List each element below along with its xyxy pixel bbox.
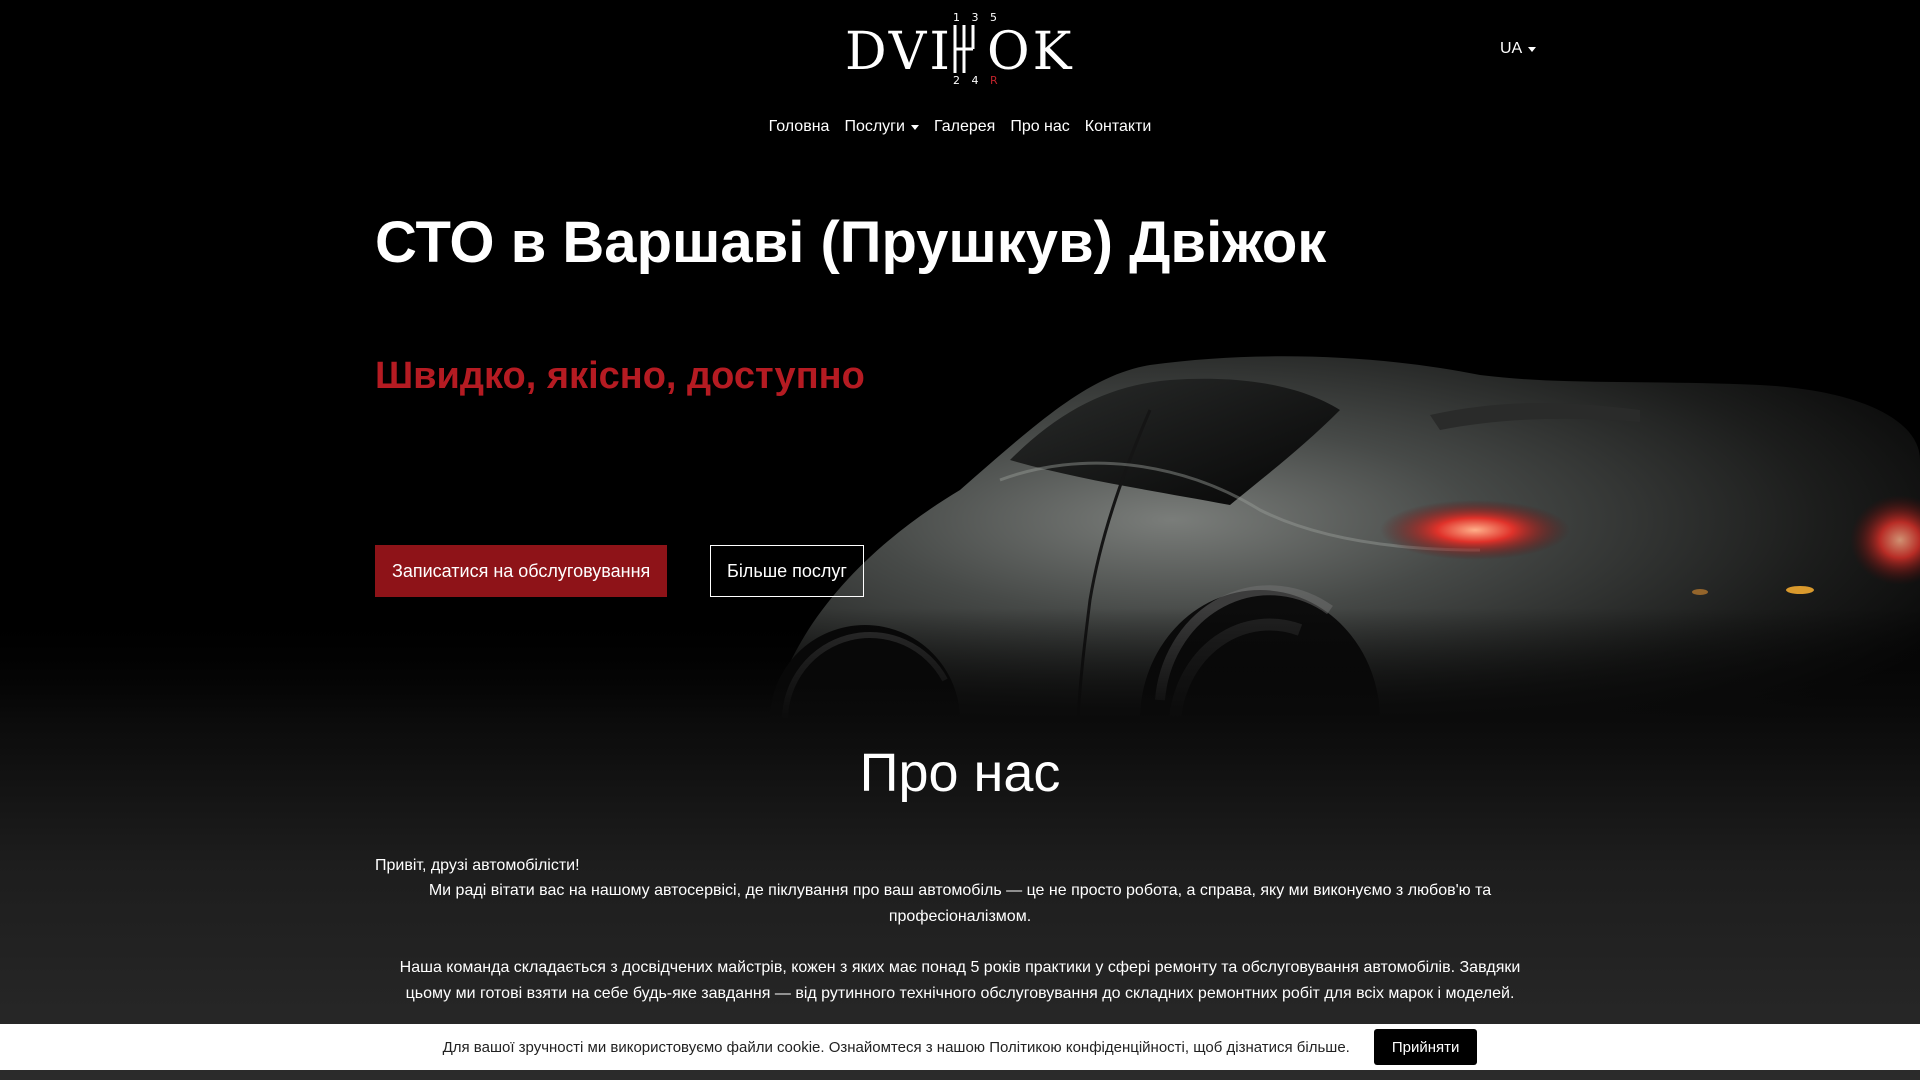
nav-label: Контакти — [1084, 118, 1152, 135]
main-nav: Головна Послуги Галерея Про нас Контакти — [0, 114, 1920, 140]
accept-cookies-button[interactable]: Прийняти — [1373, 1029, 1478, 1065]
about-paragraph-1: Ми раді вітати вас на нашому автосервісі… — [428, 882, 1492, 925]
cookie-text: Для вашої зручності ми використовуємо фа… — [442, 1038, 1350, 1056]
more-services-button[interactable]: Більше послуг — [710, 545, 864, 597]
page: DVI 1 3 5 OK 2 4 R UA Головна Послуги Га… — [0, 0, 1920, 1080]
nav-label: Головна — [768, 118, 830, 135]
nav-label: Про нас — [1010, 118, 1070, 135]
language-label: UA — [1500, 40, 1523, 57]
site-logo[interactable]: DVI 1 3 5 OK 2 4 R — [845, 12, 1077, 88]
nav-item-home[interactable]: Головна — [769, 114, 830, 140]
chevron-down-icon — [1528, 46, 1537, 52]
cookie-banner: Для вашої зручності ми використовуємо фа… — [0, 1024, 1920, 1070]
logo-gear-reverse: R — [990, 74, 998, 87]
book-service-button[interactable]: Записатися на обслуговування — [375, 545, 668, 597]
logo-text-left: DVI — [845, 22, 953, 82]
nav-item-contacts[interactable]: Контакти — [1085, 114, 1152, 140]
hero-subtitle: Швидко, якісно, доступно — [375, 355, 865, 397]
about-title: Про нас — [859, 743, 1061, 803]
logo-text-right: OK — [987, 22, 1075, 82]
nav-item-services[interactable]: Послуги — [844, 114, 919, 140]
nav-label: Галерея — [933, 118, 996, 135]
hero-title: СТО в Варшаві (Прушкув) Двіжок — [375, 210, 1327, 275]
nav-label: Послуги — [844, 118, 905, 135]
gear-shift-icon — [953, 25, 975, 73]
nav-item-about[interactable]: Про нас — [1010, 114, 1069, 140]
chevron-down-icon — [910, 124, 919, 130]
about-greeting: Привіт, друзі автомобілісти! — [375, 857, 580, 874]
hero-section: СТО в Варшаві (Прушкув) Двіжок Швидко, я… — [0, 160, 1920, 720]
language-selector[interactable]: UA — [1500, 40, 1537, 58]
page-bottom-strip — [0, 1070, 1920, 1080]
logo-gears-bottom: 2 4 R — [953, 74, 998, 87]
site-header: DVI 1 3 5 OK 2 4 R UA Головна Послуги Га… — [0, 0, 1920, 160]
nav-item-gallery[interactable]: Галерея — [934, 114, 995, 140]
about-paragraph-2: Наша команда складається з досвідчених м… — [399, 959, 1521, 1002]
